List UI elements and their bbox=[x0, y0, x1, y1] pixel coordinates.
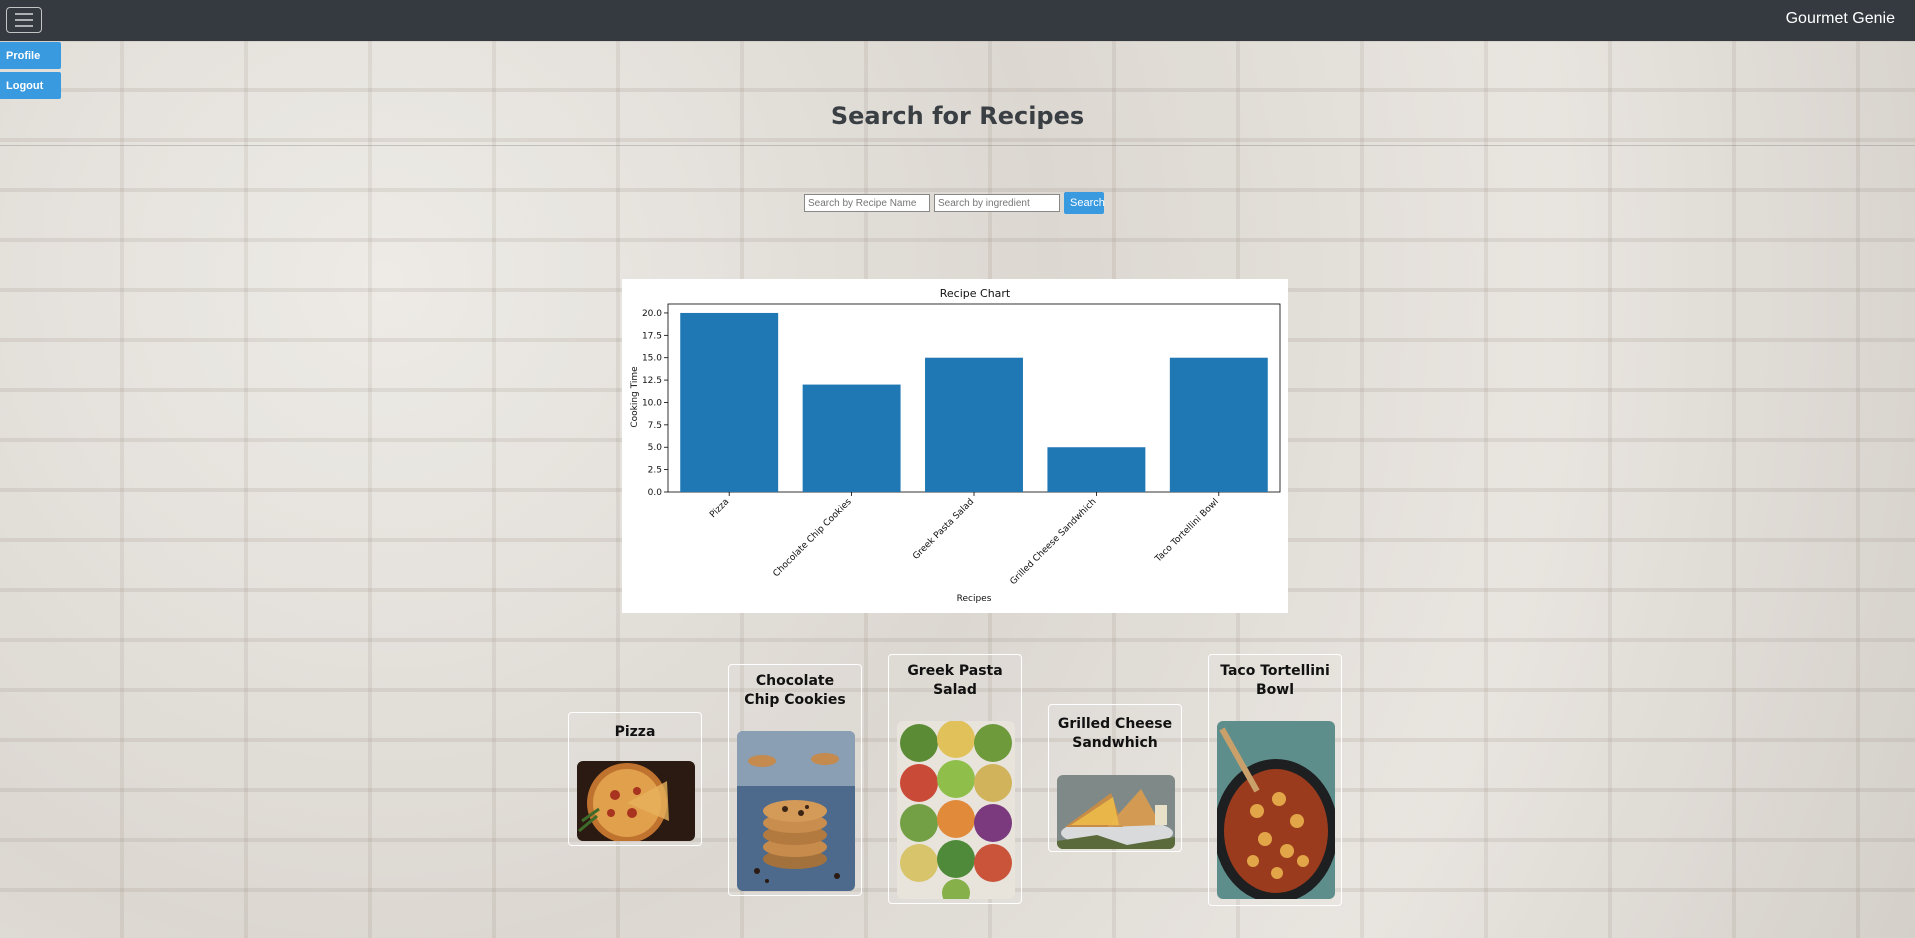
grilled-cheese-photo bbox=[1057, 775, 1175, 849]
chart-bar bbox=[1169, 357, 1268, 492]
recipe-card-pizza[interactable]: Pizza bbox=[568, 712, 702, 846]
chart-y-tick-label: 15.0 bbox=[642, 354, 662, 364]
recipe-name-search-input[interactable] bbox=[804, 194, 930, 212]
search-button[interactable]: Search bbox=[1064, 192, 1105, 214]
chart-y-axis-label: Cooking Time bbox=[630, 366, 640, 428]
recipe-card-title: Greek Pasta Salad bbox=[907, 663, 1003, 698]
logout-button[interactable]: Logout bbox=[0, 72, 61, 99]
search-form: Search bbox=[804, 192, 1105, 214]
menu-line bbox=[15, 19, 33, 21]
cookies-image bbox=[737, 731, 855, 891]
recipe-card-taco-tortellini[interactable]: Taco Tortellini Bowl bbox=[1208, 654, 1342, 906]
chart-y-tick-label: 0.0 bbox=[648, 488, 663, 498]
cookies-photo bbox=[737, 731, 855, 891]
recipe-card-title: Grilled Cheese Sandwhich bbox=[1057, 716, 1173, 751]
recipe-card-grilled-cheese[interactable]: Grilled Cheese Sandwhich bbox=[1048, 704, 1182, 852]
chart-y-tick-label: 17.5 bbox=[642, 331, 662, 341]
chart-bar bbox=[802, 384, 901, 492]
tortellini-photo bbox=[1217, 721, 1335, 899]
salad-photo bbox=[897, 721, 1015, 899]
chart-y-tick-label: 10.0 bbox=[642, 398, 662, 408]
chart-y-tick-label: 20.0 bbox=[642, 309, 662, 319]
hamburger-menu-icon[interactable] bbox=[6, 7, 42, 33]
greek-pasta-salad-image bbox=[897, 721, 1015, 899]
top-navbar: Gourmet Genie bbox=[0, 0, 1915, 41]
chart-bar bbox=[680, 312, 779, 492]
recipe-card-title: Chocolate Chip Cookies bbox=[744, 673, 846, 708]
chart-x-tick-label: Pizza bbox=[708, 497, 731, 520]
chart-x-tick-label: Taco Tortellini Bowl bbox=[1153, 497, 1221, 565]
recipe-chart-svg: Recipe Chart Cooking Time Recipes 0.0 2.5… bbox=[630, 287, 1281, 604]
recipe-card-cookies[interactable]: Chocolate Chip Cookies bbox=[728, 664, 862, 896]
recipe-chart: Recipe Chart Cooking Time Recipes 0.0 2.5… bbox=[622, 279, 1288, 613]
recipe-card-title: Pizza bbox=[614, 724, 656, 740]
pizza-image bbox=[577, 761, 695, 841]
chart-y-tick-label: 12.5 bbox=[642, 376, 662, 386]
chart-x-tick-label: Greek Pasta Salad bbox=[911, 497, 976, 562]
recipe-card-title: Taco Tortellini Bowl bbox=[1220, 663, 1330, 698]
page-title: Search for Recipes bbox=[830, 102, 1085, 130]
chart-y-tick-label: 7.5 bbox=[648, 421, 662, 431]
chart-bar bbox=[925, 357, 1023, 492]
taco-tortellini-image bbox=[1217, 721, 1335, 899]
brand-name[interactable]: Gourmet Genie bbox=[1786, 10, 1895, 28]
ingredient-search-input[interactable] bbox=[934, 194, 1060, 212]
recipe-card-greek-pasta-salad[interactable]: Greek Pasta Salad bbox=[888, 654, 1022, 904]
chart-plot-area: 0.0 2.5 5.0 7.5 10.0 12.5 15.0 17.5 20.0 Pizza Cho… bbox=[642, 303, 1281, 587]
chart-y-tick-label: 5.0 bbox=[648, 443, 663, 453]
chart-x-tick-label: Chocolate Chip Cookies bbox=[772, 497, 854, 579]
chart-y-tick-label: 2.5 bbox=[648, 466, 662, 476]
chart-x-tick-label: Grilled Cheese Sandwhich bbox=[1008, 497, 1098, 587]
menu-line bbox=[15, 25, 33, 27]
divider bbox=[0, 145, 1915, 146]
pizza-photo bbox=[577, 761, 695, 841]
chart-bar bbox=[1047, 447, 1146, 492]
chart-title: Recipe Chart bbox=[940, 287, 1011, 300]
chart-x-axis-label: Recipes bbox=[957, 594, 992, 604]
profile-button[interactable]: Profile bbox=[0, 42, 61, 69]
grilled-cheese-image bbox=[1057, 775, 1175, 849]
menu-line bbox=[15, 13, 33, 15]
